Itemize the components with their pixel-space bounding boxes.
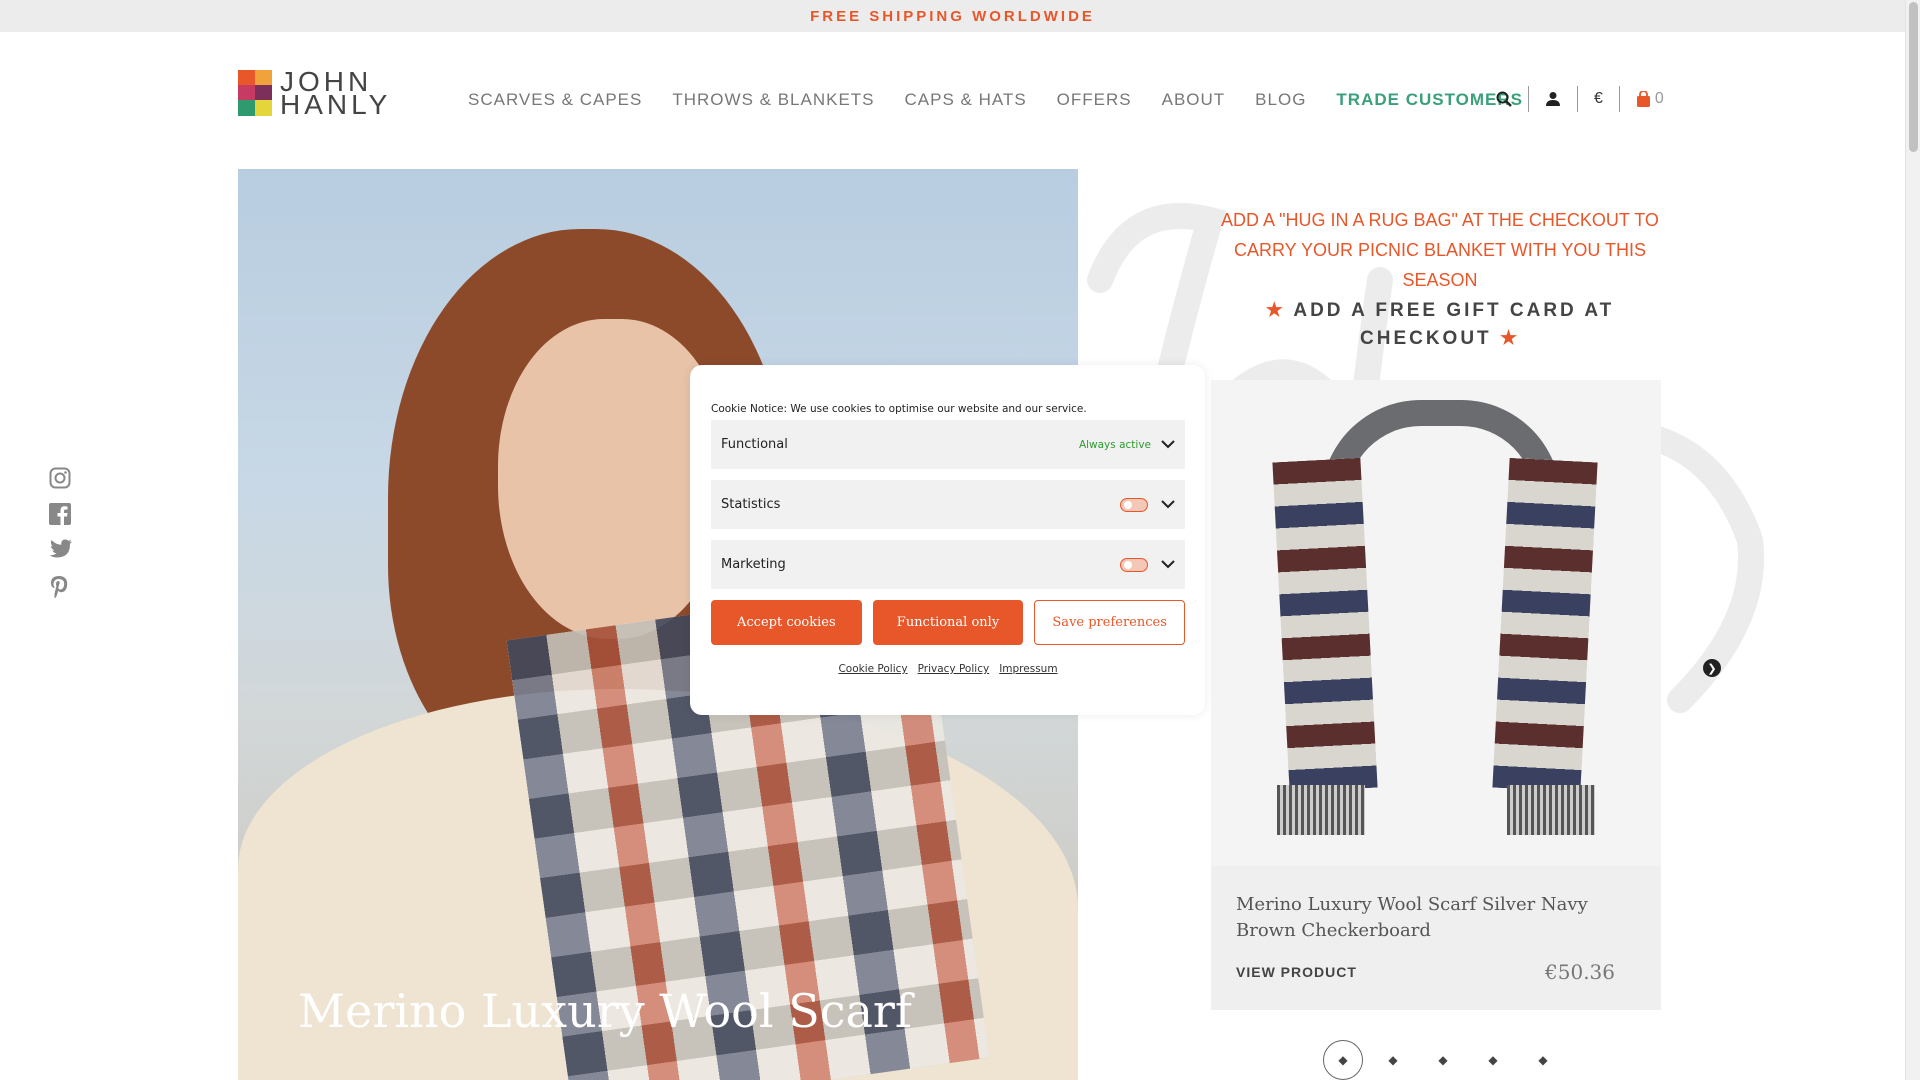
twitter-icon[interactable] <box>49 539 73 561</box>
cookie-notice: Cookie Notice: We use cookies to optimis… <box>711 403 1185 415</box>
product-image[interactable] <box>1211 380 1661 866</box>
cookie-category-statistics[interactable]: Statistics <box>711 480 1185 529</box>
instagram-icon[interactable] <box>49 467 73 489</box>
shipping-banner-text: FREE SHIPPING WORLDWIDE <box>810 7 1095 25</box>
star-icon: ★ <box>1499 328 1520 349</box>
cart-count: 0 <box>1654 90 1664 107</box>
chevron-down-icon[interactable] <box>1161 557 1175 573</box>
view-product-link[interactable]: VIEW PRODUCT <box>1236 964 1357 980</box>
scarf-left-fringe <box>1277 785 1365 835</box>
cookie-category-marketing[interactable]: Marketing <box>711 540 1185 589</box>
featured-product-card[interactable]: Merino Luxury Wool Scarf Silver Navy Bro… <box>1211 380 1661 1010</box>
pinterest-icon[interactable] <box>49 575 73 598</box>
cookie-consent-dialog: Cookie Notice: We use cookies to optimis… <box>690 365 1205 715</box>
cookie-notice-text: We use cookies to optimise our website a… <box>790 403 1087 415</box>
impressum-link[interactable]: Impressum <box>999 663 1057 675</box>
save-preferences-button[interactable]: Save preferences <box>1034 600 1186 645</box>
promo-block: ADD A "HUG IN A RUG BAG" AT THE CHECKOUT… <box>1210 205 1670 353</box>
cookie-links: Cookie Policy Privacy Policy Impressum <box>711 663 1185 675</box>
accept-cookies-button[interactable]: Accept cookies <box>711 600 862 645</box>
carousel-dots: ◆ ◆ ◆ ◆ ◆ <box>1318 1040 1568 1080</box>
privacy-policy-link[interactable]: Privacy Policy <box>918 663 990 675</box>
carousel-dot-5[interactable]: ◆ <box>1518 1053 1568 1067</box>
nav-caps-hats[interactable]: CAPS & HATS <box>905 90 1027 110</box>
scarf-right-end <box>1492 457 1598 793</box>
product-price: €50.36 <box>1545 960 1615 984</box>
scarf-left-end <box>1272 457 1378 793</box>
carousel-dot-2[interactable]: ◆ <box>1368 1053 1418 1067</box>
search-icon[interactable] <box>1480 86 1529 112</box>
header-icons: € 0 <box>1480 86 1680 112</box>
logo-text: JOHN HANLY <box>280 68 392 120</box>
functional-only-button[interactable]: Functional only <box>872 600 1024 645</box>
nav-blog[interactable]: BLOG <box>1255 90 1306 110</box>
shipping-banner: FREE SHIPPING WORLDWIDE <box>0 0 1905 32</box>
carousel-dot-4[interactable]: ◆ <box>1468 1053 1518 1067</box>
cookie-category-functional[interactable]: Functional Always active <box>711 420 1185 469</box>
always-active-label: Always active <box>1078 438 1151 451</box>
logo-mark-icon <box>238 70 272 116</box>
marketing-toggle[interactable] <box>1120 557 1148 572</box>
cart-button[interactable]: 0 <box>1620 86 1680 112</box>
social-links <box>49 467 73 598</box>
star-icon: ★ <box>1265 300 1286 321</box>
carousel-dot-3[interactable]: ◆ <box>1418 1053 1468 1067</box>
promo-bag-message: ADD A "HUG IN A RUG BAG" AT THE CHECKOUT… <box>1221 210 1659 290</box>
hero-title: Merino Luxury Wool Scarf <box>298 984 912 1038</box>
brand-logo[interactable]: JOHN HANLY <box>238 68 392 120</box>
facebook-icon[interactable] <box>49 503 73 525</box>
nav-offers[interactable]: OFFERS <box>1057 90 1132 110</box>
cookie-buttons: Accept cookies Functional only Save pref… <box>711 600 1186 645</box>
scarf-right-fringe <box>1507 785 1595 835</box>
cookie-notice-label: Cookie Notice: <box>711 403 788 415</box>
carousel-next-arrow-icon[interactable]: ❯ <box>1703 659 1721 677</box>
product-row: VIEW PRODUCT €50.36 <box>1236 960 1635 984</box>
promo-gift-card: ★ ADD A FREE GIFT CARD AT CHECKOUT ★ <box>1210 297 1670 353</box>
page-scrollbar[interactable] <box>1905 0 1920 1080</box>
carousel-dot-1[interactable]: ◆ <box>1318 1040 1368 1080</box>
cart-bag-icon <box>1636 91 1650 107</box>
chevron-down-icon[interactable] <box>1161 437 1175 453</box>
promo-gift-card-text: ADD A FREE GIFT CARD AT CHECKOUT <box>1293 300 1615 349</box>
currency-selector[interactable]: € <box>1578 86 1620 112</box>
logo-line-2: HANLY <box>280 89 392 120</box>
nav-about[interactable]: ABOUT <box>1162 90 1226 110</box>
main-nav: SCARVES & CAPES THROWS & BLANKETS CAPS &… <box>468 90 1553 110</box>
statistics-toggle[interactable] <box>1120 497 1148 512</box>
cookie-policy-link[interactable]: Cookie Policy <box>838 663 907 675</box>
nav-throws-blankets[interactable]: THROWS & BLANKETS <box>672 90 874 110</box>
scrollbar-thumb[interactable] <box>1909 2 1918 152</box>
category-name: Functional <box>721 437 788 452</box>
chevron-down-icon[interactable] <box>1161 497 1175 513</box>
category-name: Statistics <box>721 497 781 512</box>
product-name[interactable]: Merino Luxury Wool Scarf Silver Navy Bro… <box>1236 892 1635 944</box>
product-info: Merino Luxury Wool Scarf Silver Navy Bro… <box>1211 866 1661 1010</box>
user-icon[interactable] <box>1529 86 1578 112</box>
nav-scarves-capes[interactable]: SCARVES & CAPES <box>468 90 642 110</box>
category-name: Marketing <box>721 557 786 572</box>
